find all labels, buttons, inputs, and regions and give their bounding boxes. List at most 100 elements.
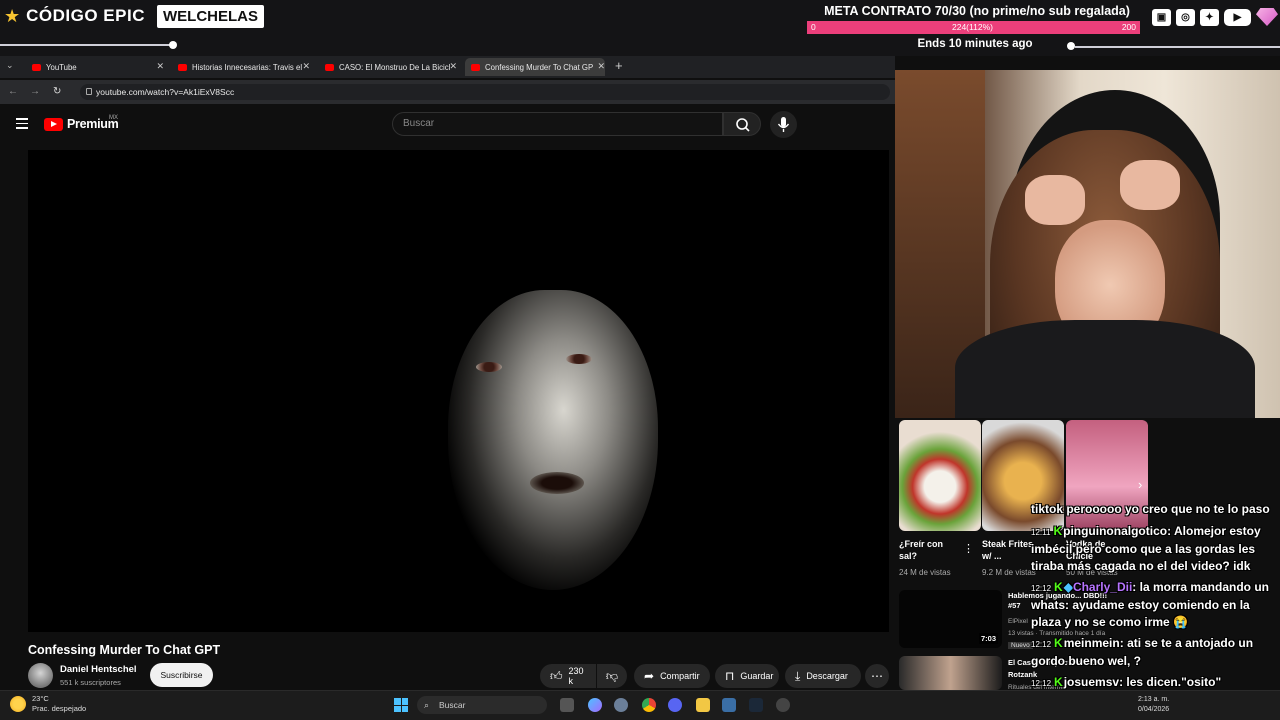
tab-label: Confessing Murder To Chat GP	[485, 62, 594, 72]
reload-icon[interactable]: ↻	[53, 86, 61, 97]
bookmark-icon: ⊓	[725, 669, 735, 683]
channel-name[interactable]: Daniel Hentschel	[60, 664, 137, 675]
mic-icon	[777, 117, 790, 132]
more-icon: ⋯	[871, 669, 883, 683]
more-vert-icon[interactable]: ⋮	[963, 542, 974, 555]
taskbar-search-label: Buscar	[439, 700, 466, 710]
region-label: MX	[109, 115, 118, 121]
tab-label: YouTube	[46, 62, 77, 72]
chat-message: tiktok perooooo yo creo que no te lo pas…	[1031, 501, 1277, 518]
webcam-feed	[895, 70, 1280, 418]
video-thumbnail[interactable]: 7:03	[899, 590, 1002, 648]
like-button[interactable]: 👍︎ 230 k	[540, 664, 596, 688]
taskbar-search[interactable]: ⌕ Buscar	[417, 696, 547, 714]
tab-historias[interactable]: Historias Innecesarias: Travis el ✕	[172, 58, 310, 76]
chat-user: Charly_Dii	[1072, 580, 1133, 594]
tab-confessing[interactable]: Confessing Murder To Chat GP ✕	[465, 58, 605, 76]
short-title[interactable]: ¿Freír con sal?	[899, 538, 957, 562]
goal-title: META CONTRATO 70/30 (no prime/no sub reg…	[824, 4, 1130, 18]
clock-date: 0/04/2026	[1138, 706, 1170, 713]
subscribe-button[interactable]: Suscribirse	[150, 663, 213, 687]
face-mouth	[530, 472, 584, 494]
task-view-icon[interactable]	[560, 698, 574, 712]
tab-caso[interactable]: CASO: El Monstruo De La Bicicl ✕	[319, 58, 457, 76]
close-icon[interactable]: ✕	[597, 61, 605, 72]
settings-icon[interactable]	[614, 698, 628, 712]
chevron-right-icon[interactable]: ›	[1138, 477, 1142, 492]
brand-box: WELCHELAS	[157, 4, 264, 28]
video-duration: 7:03	[978, 633, 998, 644]
chat-time: 12:12	[1031, 640, 1052, 649]
video-thumbnail[interactable]	[899, 656, 1002, 690]
streamer-hand	[1025, 175, 1085, 225]
search-input[interactable]: Buscar	[392, 112, 723, 136]
close-icon[interactable]: ✕	[156, 61, 164, 72]
short-thumbnail[interactable]	[899, 420, 981, 531]
lock-icon	[86, 88, 92, 95]
chat-user: pinguinonalgotico	[1063, 524, 1168, 538]
save-label: Guardar	[740, 671, 774, 681]
goal-ends: Ends 10 minutes ago	[917, 38, 1033, 50]
goal-progress-bar: 0 224(112%) 200	[807, 21, 1140, 34]
subscriber-count: 551 k suscriptores	[60, 678, 121, 687]
windows-taskbar	[0, 690, 1280, 720]
short-views: 9.2 M de vistas	[982, 568, 1036, 577]
share-button[interactable]: ➦ Compartir	[634, 664, 710, 688]
close-icon[interactable]: ✕	[302, 61, 310, 72]
steam-icon[interactable]	[749, 698, 763, 712]
chat-message: 12:12 K◆Charly_Dii: la morra mandando un …	[1031, 580, 1269, 629]
channel-avatar[interactable]	[28, 663, 53, 688]
system-clock[interactable]: 2:13 a. m. 0/04/2026	[1138, 695, 1169, 715]
twitter-icon: ✦	[1200, 8, 1219, 26]
copilot-icon[interactable]	[588, 698, 602, 712]
chat-user: meinmein	[1063, 636, 1120, 650]
chat-time: 12:11	[1031, 528, 1051, 537]
overlay-dot-left	[169, 41, 177, 49]
obs-icon[interactable]	[776, 698, 790, 712]
new-tab-button[interactable]: +	[615, 58, 623, 73]
video-frame-face	[448, 290, 658, 590]
thumbs-down-icon: 👎︎	[605, 668, 619, 683]
chrome-icon[interactable]	[642, 698, 656, 712]
tab-youtube[interactable]: YouTube ✕	[26, 58, 164, 76]
back-icon[interactable]: ←	[8, 86, 18, 97]
close-icon[interactable]: ✕	[449, 61, 457, 72]
youtube-icon: ▶	[1224, 8, 1251, 26]
more-button[interactable]: ⋯	[865, 664, 889, 688]
face-eye	[476, 362, 502, 372]
youtube-favicon-icon	[471, 63, 480, 71]
windows-start-icon[interactable]	[394, 698, 408, 712]
mic-button[interactable]	[770, 111, 797, 138]
download-button[interactable]: ⤓ Descargar	[785, 664, 861, 688]
save-button[interactable]: ⊓ Guardar	[715, 664, 779, 688]
chat-time: 12:12	[1031, 679, 1052, 688]
face-eye	[566, 354, 592, 364]
youtube-logo[interactable]: Premium	[44, 117, 119, 131]
discord-icon[interactable]	[668, 698, 682, 712]
search-button[interactable]	[723, 112, 761, 136]
short-views: 24 M de vistas	[899, 568, 951, 577]
menu-icon[interactable]	[16, 118, 28, 132]
search-icon	[736, 118, 750, 132]
url-input[interactable]: youtube.com/watch?v=Ak1iExV8Scc	[80, 84, 890, 100]
weather-temp: 23°C	[32, 694, 49, 703]
chevron-down-icon[interactable]: ⌄	[6, 60, 14, 71]
dislike-button[interactable]: 👎︎	[597, 664, 627, 688]
download-label: Descargar	[806, 671, 848, 681]
search-icon: ⌕	[424, 700, 430, 710]
chat-message: 12:12 Kmeinmein: ati se te a antojado un …	[1031, 636, 1254, 668]
forward-icon[interactable]: →	[30, 86, 40, 97]
folder-icon[interactable]	[696, 698, 710, 712]
badge-icon: ◆	[1063, 580, 1073, 594]
goal-current: 224(112%)	[952, 22, 993, 32]
chat-message: 12:11 Kpinguinonalgotico: Alomejor estoy …	[1031, 524, 1261, 573]
weather-widget[interactable]: 23°C Prac. despejado	[10, 694, 86, 714]
kick-icon: K	[1054, 636, 1063, 650]
video-player[interactable]	[28, 150, 889, 632]
weather-sun-icon	[10, 696, 26, 712]
goal-min: 0	[811, 22, 816, 32]
photos-icon[interactable]	[722, 698, 736, 712]
tab-label: Historias Innecesarias: Travis el	[192, 62, 303, 72]
star-icon: ★	[4, 5, 21, 26]
thumbs-up-icon: 👍︎	[550, 668, 563, 683]
